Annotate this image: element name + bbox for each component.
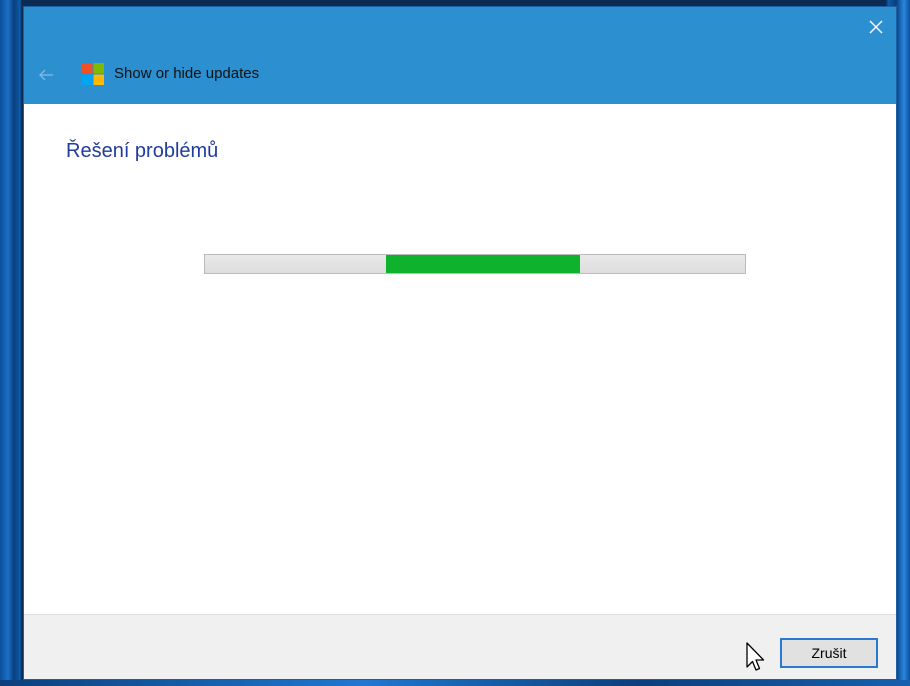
page-heading: Řešení problémů bbox=[66, 140, 219, 162]
mouse-pointer-icon bbox=[746, 642, 765, 671]
close-icon bbox=[869, 20, 883, 34]
desktop-taskbar-strip bbox=[0, 680, 910, 686]
back-arrow-icon bbox=[39, 69, 53, 81]
windows-logo-icon bbox=[82, 63, 104, 85]
troubleshooter-window: Show or hide updates Řešení problémů Zru… bbox=[24, 7, 896, 679]
progress-bar bbox=[204, 254, 746, 274]
back-button[interactable] bbox=[36, 65, 56, 85]
title-bar: Show or hide updates bbox=[24, 7, 896, 104]
progress-fill bbox=[385, 255, 581, 273]
cancel-button[interactable]: Zrušit bbox=[780, 638, 878, 668]
close-button[interactable] bbox=[856, 7, 896, 47]
content-area: Řešení problémů bbox=[24, 104, 896, 614]
window-title: Show or hide updates bbox=[114, 65, 260, 82]
